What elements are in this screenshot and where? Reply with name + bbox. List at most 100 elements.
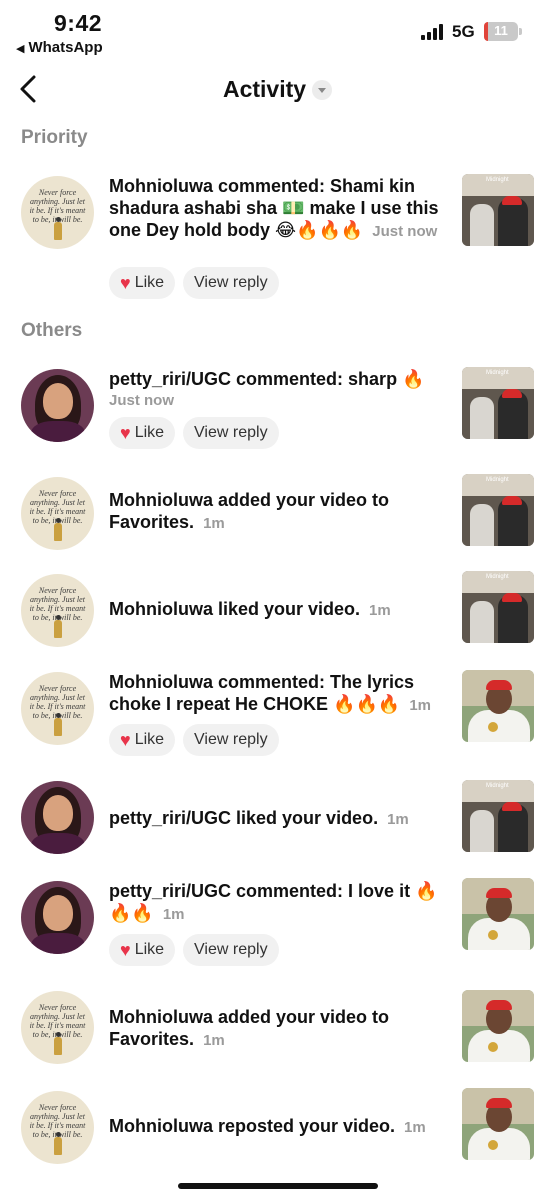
thumb-person-right bbox=[498, 595, 528, 643]
like-button[interactable]: ♥ Like bbox=[109, 724, 176, 756]
activity-time: Just now bbox=[109, 392, 175, 409]
battery-level: 11 bbox=[494, 23, 508, 38]
avatar[interactable] bbox=[21, 369, 94, 442]
video-thumbnail[interactable]: Midnight bbox=[462, 367, 534, 439]
video-thumbnail[interactable]: Midnight bbox=[462, 474, 534, 546]
avatar[interactable]: Never force anything. Just let it be. If… bbox=[21, 1091, 94, 1164]
thumb-red-cap bbox=[502, 196, 522, 205]
view-reply-button[interactable]: View reply bbox=[183, 724, 279, 756]
back-app-label: WhatsApp bbox=[28, 39, 103, 56]
avatar[interactable] bbox=[21, 881, 94, 954]
comment-actions: ♥ Like View reply bbox=[109, 934, 287, 966]
avatar-figure-body bbox=[54, 222, 62, 240]
view-reply-button[interactable]: View reply bbox=[183, 417, 279, 449]
thumb-person-right bbox=[498, 391, 528, 439]
activity-message: petty_riri/UGC liked your video. bbox=[109, 808, 379, 828]
thumb-badge bbox=[488, 722, 498, 732]
activity-time: Just now bbox=[372, 223, 438, 240]
avatar[interactable]: Never force anything. Just let it be. If… bbox=[21, 574, 94, 647]
activity-time: 1m bbox=[409, 697, 432, 714]
thumb-person-right bbox=[498, 198, 528, 246]
like-button[interactable]: ♥ Like bbox=[109, 417, 176, 449]
avatar-figure-body bbox=[54, 1037, 62, 1055]
thumb-red-cap bbox=[502, 496, 522, 505]
video-thumbnail[interactable] bbox=[462, 878, 534, 950]
video-thumbnail[interactable]: Midnight bbox=[462, 571, 534, 643]
thumb-label: Midnight bbox=[486, 177, 509, 183]
avatar[interactable]: Never force anything. Just let it be. If… bbox=[21, 477, 94, 550]
thumb-label: Midnight bbox=[486, 477, 509, 483]
activity-text: petty_riri/UGC commented: sharp 🔥 Just n… bbox=[109, 368, 449, 412]
video-thumbnail[interactable] bbox=[462, 670, 534, 742]
like-button[interactable]: ♥ Like bbox=[109, 934, 176, 966]
thumb-shirt bbox=[468, 1128, 530, 1160]
activity-text: Mohnioluwa commented: The lyrics choke I… bbox=[109, 671, 449, 717]
video-thumbnail[interactable]: Midnight bbox=[462, 174, 534, 246]
chevron-down-icon[interactable] bbox=[312, 79, 333, 100]
avatar-face bbox=[43, 895, 73, 931]
view-reply-button[interactable]: View reply bbox=[183, 267, 279, 299]
thumb-label: Midnight bbox=[486, 783, 509, 789]
home-indicator[interactable] bbox=[178, 1183, 378, 1189]
thumb-badge bbox=[488, 930, 498, 940]
comment-actions: ♥ Like View reply bbox=[109, 267, 287, 299]
activity-text: Mohnioluwa added your video to Favorites… bbox=[109, 489, 449, 535]
avatar[interactable]: Never force anything. Just let it be. If… bbox=[21, 672, 94, 745]
like-label: Like bbox=[134, 424, 165, 441]
thumb-person-left bbox=[470, 397, 494, 439]
battery-icon: 11 bbox=[484, 22, 522, 41]
avatar-face bbox=[43, 795, 73, 831]
activity-time: 1m bbox=[203, 515, 225, 532]
avatar-figure-body bbox=[54, 620, 62, 638]
activity-message: petty_riri/UGC commented: sharp 🔥 bbox=[109, 369, 425, 389]
thumb-red-cap bbox=[486, 888, 512, 898]
cellular-signal-icon bbox=[421, 24, 443, 40]
video-thumbnail[interactable] bbox=[462, 990, 534, 1062]
header: Activity bbox=[0, 64, 555, 114]
section-priority: Priority bbox=[21, 127, 88, 148]
avatar-figure-body bbox=[54, 1137, 62, 1155]
thumb-person-right bbox=[498, 804, 528, 852]
activity-text: Mohnioluwa reposted your video. 1m bbox=[109, 1115, 449, 1139]
thumb-shirt bbox=[468, 710, 530, 742]
avatar-body bbox=[31, 833, 85, 854]
activity-time: 1m bbox=[203, 1032, 225, 1049]
thumb-person-right bbox=[498, 498, 528, 546]
avatar[interactable]: Never force anything. Just let it be. If… bbox=[21, 176, 94, 249]
activity-message: Mohnioluwa added your video to Favorites… bbox=[109, 490, 390, 532]
activity-time: 1m bbox=[162, 906, 185, 923]
like-label: Like bbox=[134, 274, 165, 291]
avatar[interactable] bbox=[21, 781, 94, 854]
activity-text: Mohnioluwa added your video to Favorites… bbox=[109, 1006, 449, 1052]
activity-message: Mohnioluwa commented: The lyrics choke I… bbox=[109, 672, 415, 714]
page-title[interactable]: Activity bbox=[223, 76, 306, 103]
thumb-badge bbox=[488, 1042, 498, 1052]
video-thumbnail[interactable]: Midnight bbox=[462, 780, 534, 852]
avatar-face bbox=[43, 383, 73, 419]
thumb-shirt bbox=[468, 918, 530, 950]
avatar[interactable]: Never force anything. Just let it be. If… bbox=[21, 991, 94, 1064]
activity-message: Mohnioluwa added your video to Favorites… bbox=[109, 1007, 390, 1049]
thumb-label: Midnight bbox=[486, 370, 509, 376]
thumb-red-cap bbox=[486, 1000, 512, 1010]
thumb-person-left bbox=[470, 204, 494, 246]
view-reply-button[interactable]: View reply bbox=[183, 934, 279, 966]
network-type: 5G bbox=[452, 22, 475, 41]
activity-message: Mohnioluwa reposted your video. bbox=[109, 1116, 396, 1136]
back-to-app-link[interactable]: ◀ WhatsApp bbox=[16, 39, 103, 56]
status-bar: 9:42 ◀ WhatsApp 5G 11 bbox=[0, 0, 555, 62]
activity-time: 1m bbox=[387, 811, 409, 828]
avatar-body bbox=[31, 933, 85, 954]
video-thumbnail[interactable] bbox=[462, 1088, 534, 1160]
heart-icon: ♥ bbox=[120, 273, 131, 293]
like-button[interactable]: ♥ Like bbox=[109, 267, 176, 299]
section-others: Others bbox=[21, 320, 83, 341]
heart-icon: ♥ bbox=[120, 940, 131, 960]
activity-text: petty_riri/UGC commented: I love it 🔥🔥🔥 … bbox=[109, 880, 449, 926]
back-triangle-icon: ◀ bbox=[16, 43, 25, 55]
thumb-label: Midnight bbox=[486, 574, 509, 580]
like-label: Like bbox=[134, 941, 165, 958]
activity-time: 1m bbox=[369, 602, 391, 619]
status-time: 9:42 bbox=[54, 10, 103, 36]
activity-text: Mohnioluwa commented: Shami kin shadura … bbox=[109, 175, 449, 243]
